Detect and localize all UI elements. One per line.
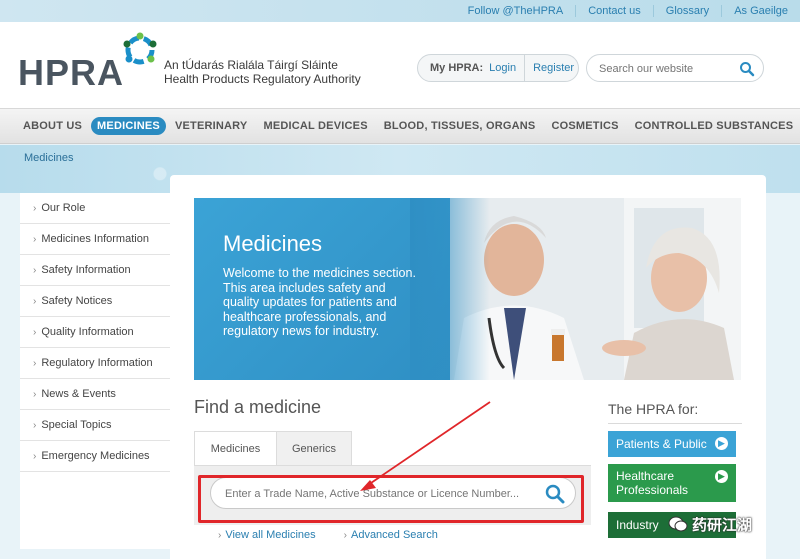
chevron-right-icon: › [33, 420, 37, 431]
patients-public-button[interactable]: Patients & Public ▶ [608, 431, 736, 457]
sidebar-item-quality-information[interactable]: › Quality Information [20, 317, 170, 348]
annotation-arrow-icon [360, 401, 491, 491]
watermark-text: 药研江湖 [692, 515, 753, 534]
nav-about-us[interactable]: ABOUT US [16, 117, 89, 135]
site-header: HPRA An tÚdarás Rialála Táirgí Sláinte H… [0, 22, 800, 108]
search-icon[interactable] [739, 61, 755, 77]
contact-us-link[interactable]: Contact us [575, 5, 653, 17]
arrow-right-icon: ▶ [715, 437, 728, 450]
my-hpra-box: My HPRA: Login Register [417, 54, 579, 82]
nav-medicines[interactable]: MEDICINES [91, 117, 166, 135]
sidebar-item-medicines-information[interactable]: › Medicines Information [20, 224, 170, 255]
healthcare-professionals-label: Healthcare Professionals [616, 469, 689, 497]
hpra-logo-icon [123, 32, 157, 65]
sidebar-item-label: News & Events [41, 388, 116, 400]
advanced-search-link[interactable]: › Advanced Search [344, 529, 438, 541]
sidebar-item-emergency-medicines[interactable]: › Emergency Medicines [20, 441, 170, 472]
find-medicine-title: Find a medicine [194, 397, 322, 417]
view-all-medicines-link[interactable]: › View all Medicines [218, 529, 316, 541]
hpra-logo-wordmark[interactable]: HPRA [18, 52, 124, 94]
glossary-link[interactable]: Glossary [652, 5, 721, 17]
site-search [586, 54, 764, 82]
sidebar-item-label: Regulatory Information [41, 357, 153, 369]
breadcrumb[interactable]: Medicines [24, 152, 74, 164]
sidebar-item-label: Emergency Medicines [41, 450, 150, 462]
healthcare-professionals-button[interactable]: Healthcare Professionals ▶ [608, 464, 736, 502]
section-sidebar: › Our Role › Medicines Information › Safety… [20, 193, 170, 549]
hero-title: Medicines [223, 231, 323, 256]
wechat-icon [668, 516, 688, 532]
follow-twitter-link[interactable]: Follow @TheHPRA [456, 5, 576, 17]
wechat-watermark: 药研江湖 [668, 512, 778, 536]
sidebar-item-special-topics[interactable]: › Special Topics [20, 410, 170, 441]
logo-tagline-irish: An tÚdarás Rialála Táirgí Sláinte [164, 58, 338, 72]
nav-cosmetics[interactable]: COSMETICS [544, 117, 625, 135]
utility-links: Follow @TheHPRA Contact us Glossary As G… [456, 0, 800, 22]
chevron-right-icon: › [33, 327, 37, 338]
top-utility-bar: Follow @TheHPRA Contact us Glossary As G… [0, 0, 800, 22]
chevron-right-icon: › [33, 203, 37, 214]
view-all-medicines-label: View all Medicines [225, 529, 316, 541]
logo-tagline: An tÚdarás Rialála Táirgí Sláinte Health… [164, 58, 361, 86]
find-medicine-links: › View all Medicines › Advanced Search [218, 529, 466, 541]
tab-generics[interactable]: Generics [276, 431, 352, 465]
find-medicine-tabs: Medicines Generics [194, 431, 352, 465]
sidebar-item-regulatory-information[interactable]: › Regulatory Information [20, 348, 170, 379]
site-search-input[interactable] [599, 61, 735, 77]
sidebar-item-label: Medicines Information [41, 233, 149, 245]
sidebar-item-label: Our Role [41, 202, 86, 214]
hpra-for-title: The HPRA for: [608, 401, 699, 417]
nav-controlled-substances[interactable]: CONTROLLED SUBSTANCES [628, 117, 800, 135]
industry-label: Industry [616, 518, 659, 532]
hero-banner: Medicines Welcome to the medicines secti… [194, 198, 741, 380]
chevron-right-icon: › [33, 234, 37, 245]
sidebar-item-safety-notices[interactable]: › Safety Notices [20, 286, 170, 317]
tab-medicines[interactable]: Medicines [194, 431, 277, 465]
sidebar-item-safety-information[interactable]: › Safety Information [20, 255, 170, 286]
nav-medical-devices[interactable]: MEDICAL DEVICES [256, 117, 374, 135]
chevron-right-icon: › [33, 296, 37, 307]
divider [608, 423, 742, 424]
chevron-right-icon: › [33, 265, 37, 276]
arrow-right-icon: ▶ [715, 470, 728, 483]
nav-veterinary[interactable]: VETERINARY [168, 117, 255, 135]
chevron-right-icon: › [33, 358, 37, 369]
sidebar-item-label: Quality Information [41, 326, 134, 338]
main-content: Medicines Welcome to the medicines secti… [170, 175, 766, 559]
login-link[interactable]: Login [483, 55, 526, 81]
sidebar-item-our-role[interactable]: › Our Role [20, 193, 170, 224]
nav-blood-tissues-organs[interactable]: BLOOD, TISSUES, ORGANS [377, 117, 543, 135]
chevron-right-icon: › [33, 389, 37, 400]
irish-language-link[interactable]: As Gaeilge [721, 5, 800, 17]
sidebar-item-label: Safety Information [41, 264, 131, 276]
sidebar-item-news-events[interactable]: › News & Events [20, 379, 170, 410]
main-nav: ABOUT US MEDICINES VETERINARY MEDICAL DE… [0, 108, 800, 144]
sidebar-item-label: Safety Notices [41, 295, 113, 307]
register-link[interactable]: Register [525, 62, 574, 74]
sidebar-item-label: Special Topics [41, 419, 112, 431]
logo-tagline-english: Health Products Regulatory Authority [164, 72, 361, 86]
advanced-search-label: Advanced Search [350, 529, 438, 541]
hero-description: Welcome to the medicines section. This a… [223, 266, 416, 338]
chevron-right-icon: › [218, 530, 222, 541]
patients-public-label: Patients & Public [616, 437, 707, 451]
chevron-right-icon: › [33, 451, 37, 462]
chevron-right-icon: › [343, 530, 347, 541]
my-hpra-label: My HPRA: [430, 62, 484, 74]
